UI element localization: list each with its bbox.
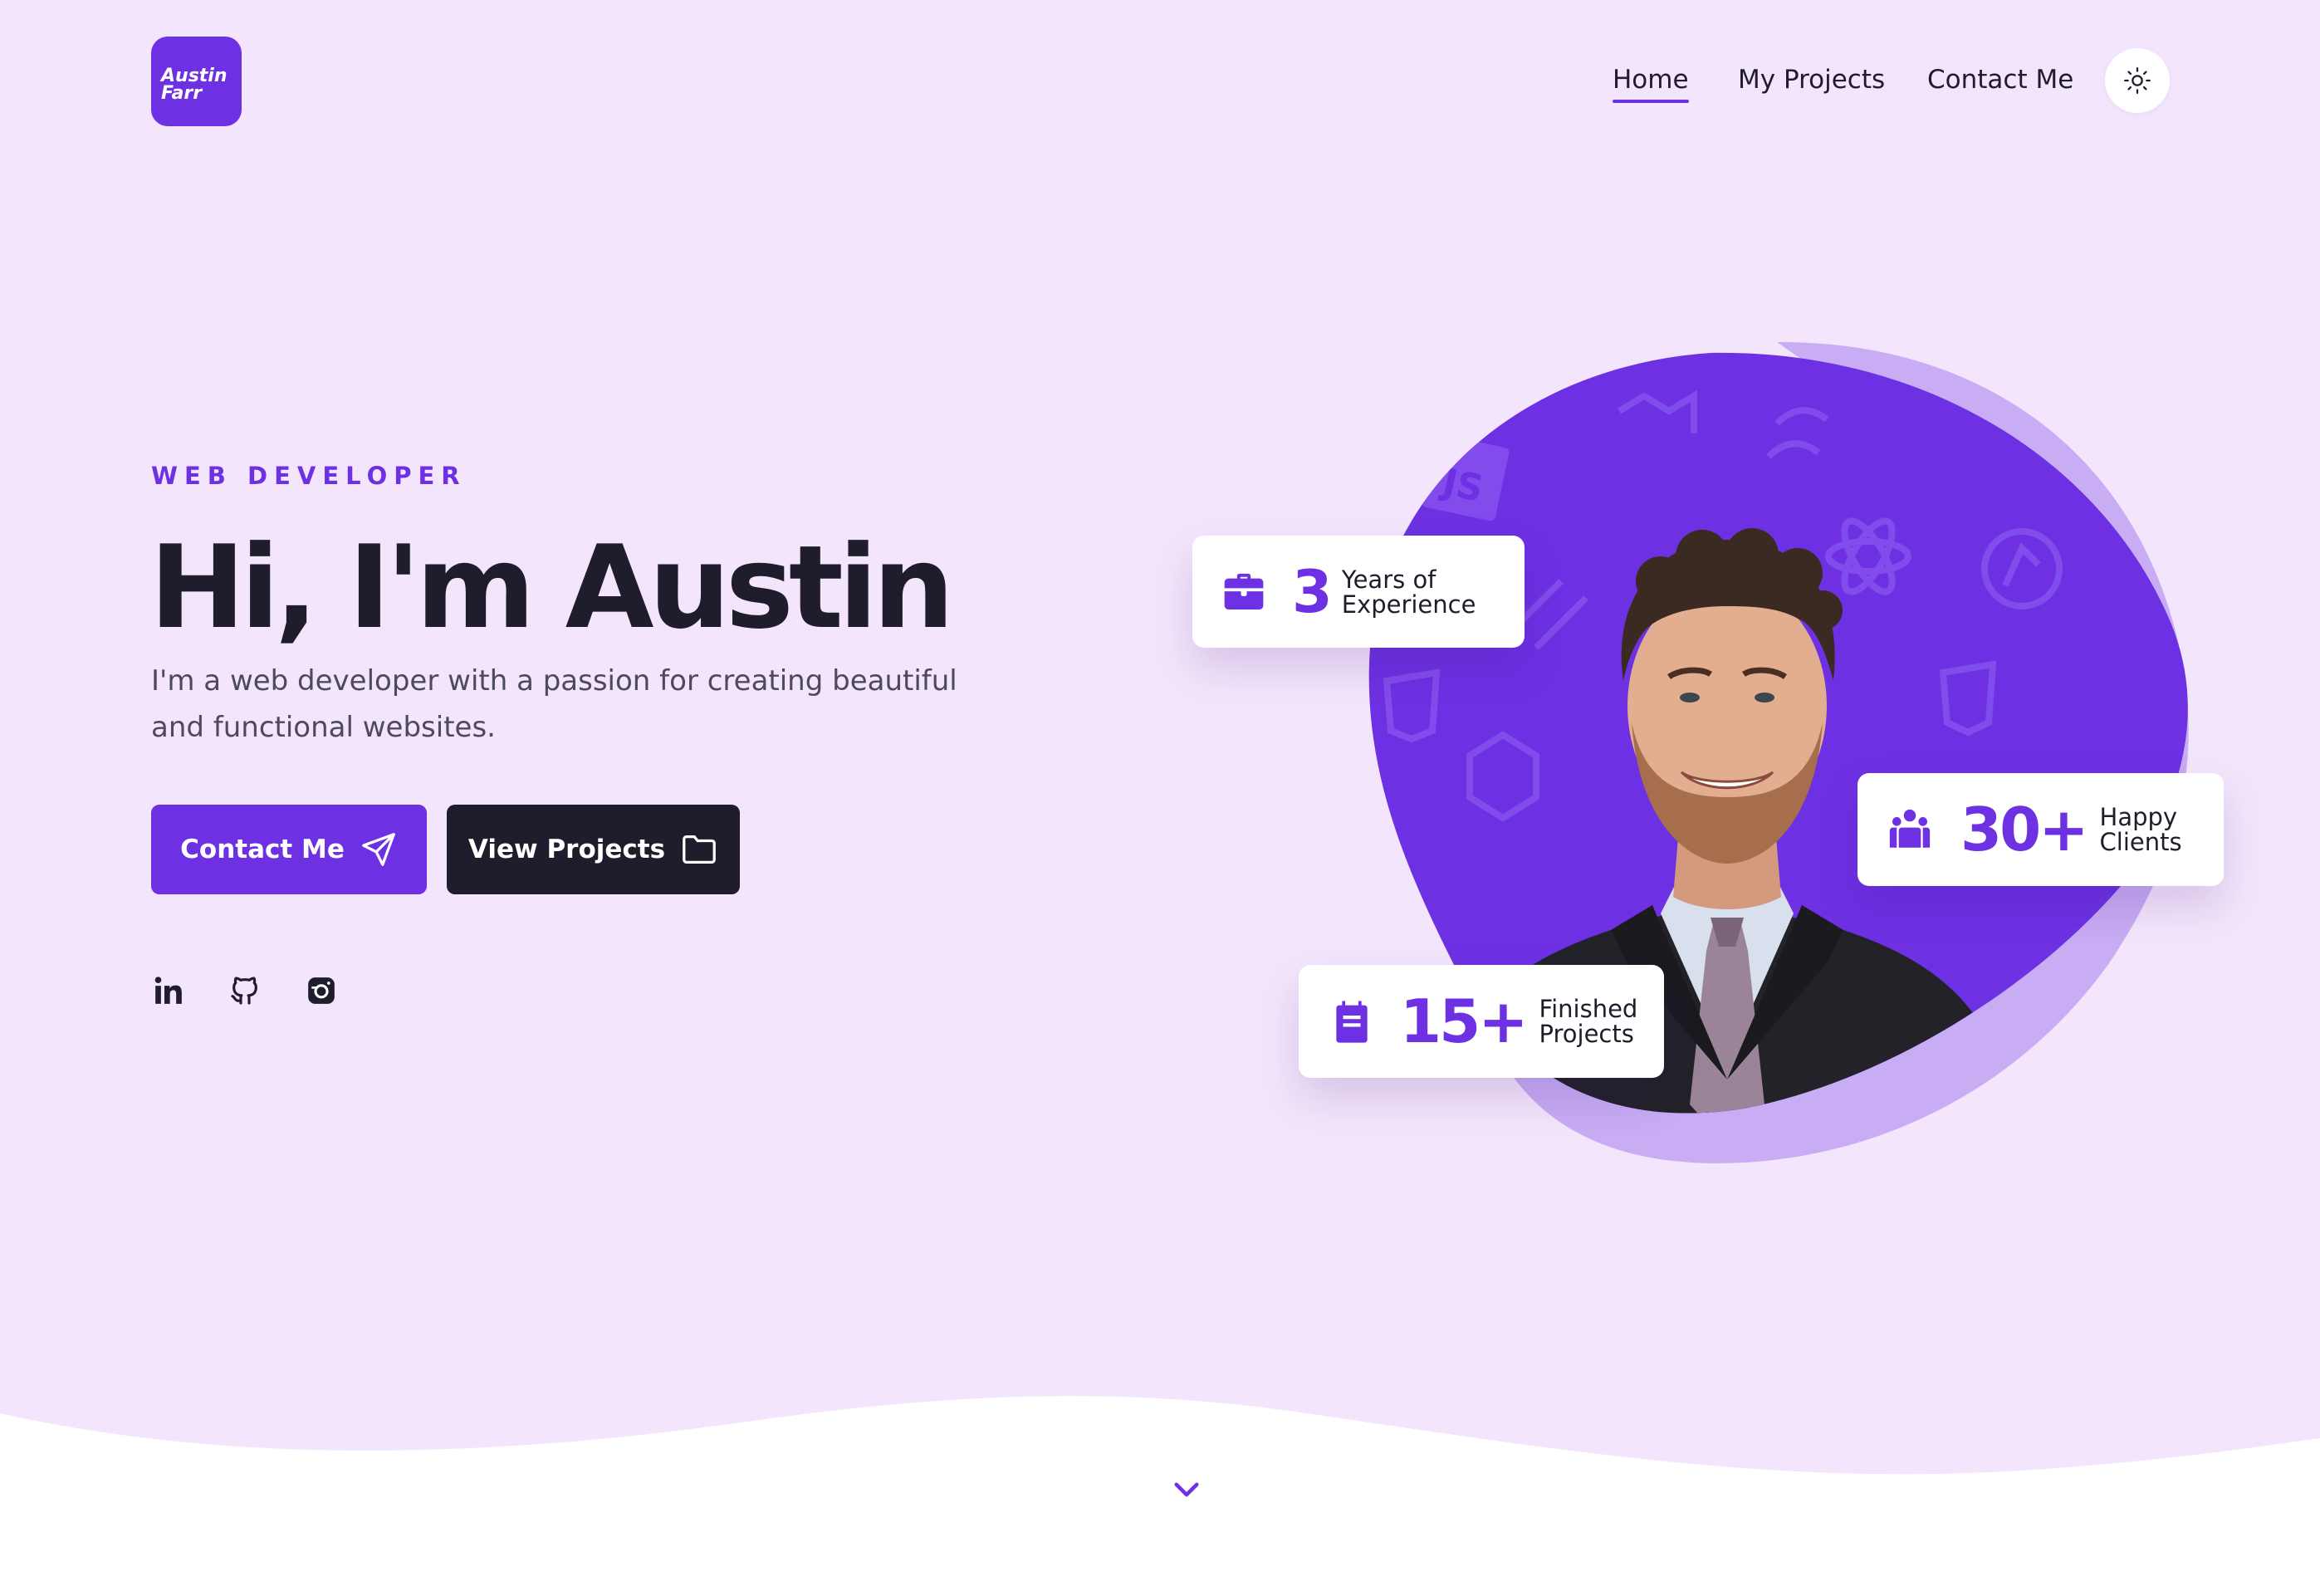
stat-projects-value: 15+ (1400, 986, 1529, 1056)
nav-item-my-projects[interactable]: My Projects (1738, 65, 1885, 95)
theme-toggle-button[interactable] (2105, 48, 2170, 113)
github-link[interactable] (226, 972, 264, 1010)
contact-me-button-label: Contact Me (180, 835, 345, 864)
linkedin-link[interactable] (149, 972, 188, 1010)
hero-eyebrow: WEB DEVELOPER (151, 462, 467, 490)
stat-experience-label: Years of Experience (1342, 567, 1476, 617)
stat-card-projects: 15+ Finished Projects (1299, 965, 1664, 1078)
view-projects-button-label: View Projects (467, 835, 666, 864)
stat-experience-value: 3 (1292, 557, 1333, 626)
portfolio-page: Austin Farr Home My Projects Contact Me … (0, 0, 2320, 1596)
chevron-down-icon[interactable] (1169, 1471, 1204, 1506)
send-icon (362, 833, 395, 866)
instagram-icon (308, 977, 335, 1004)
stat-experience-label-line-2: Experience (1341, 590, 1476, 619)
stat-card-experience: 3 Years of Experience (1192, 536, 1525, 648)
users-icon (1889, 809, 1931, 848)
instagram-link[interactable] (302, 972, 340, 1010)
briefcase-icon (1224, 573, 1264, 610)
folder-icon (683, 835, 716, 864)
view-projects-button[interactable]: View Projects (447, 805, 740, 894)
stat-projects-label-line-2: Projects (1539, 1020, 1634, 1048)
stat-experience-label-line-1: Years of (1341, 565, 1437, 594)
linkedin-icon (154, 977, 182, 1004)
clipboard-icon (1336, 1001, 1368, 1043)
stat-projects-label: Finished Projects (1539, 996, 1638, 1046)
stat-card-clients: 30+ Happy Clients (1857, 773, 2224, 886)
main-nav: Home My Projects Contact Me (0, 58, 2320, 108)
nav-item-home[interactable]: Home (1613, 65, 1689, 103)
stat-clients-label: Happy Clients (2100, 805, 2182, 854)
contact-me-button[interactable]: Contact Me (151, 805, 427, 894)
sun-icon (2123, 66, 2151, 95)
svg-text:JS: JS (1437, 461, 1487, 512)
hero-subtitle: I'm a web developer with a passion for c… (151, 664, 957, 744)
github-icon (231, 977, 257, 1005)
stat-clients-label-line-1: Happy (2099, 803, 2178, 831)
stat-clients-label-line-2: Clients (2099, 828, 2182, 856)
section-divider-wave (0, 1396, 2320, 1596)
nav-item-contact-me[interactable]: Contact Me (1927, 65, 2073, 95)
stat-projects-label-line-1: Finished (1539, 995, 1638, 1023)
hero-headline: Hi, I'm Austin (149, 521, 954, 654)
stat-clients-value: 30+ (1960, 795, 2089, 864)
